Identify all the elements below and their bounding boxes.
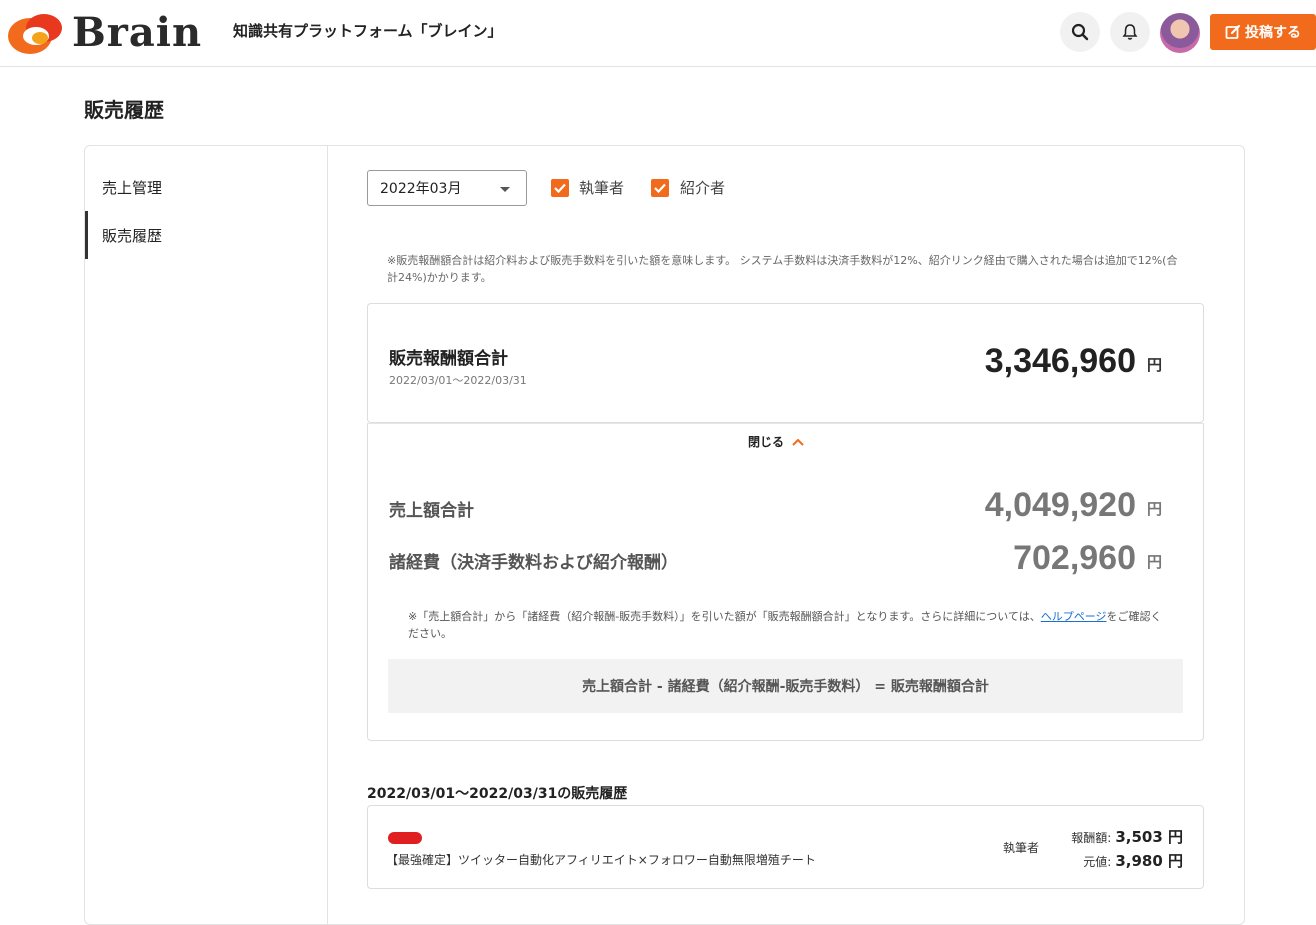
- sidebar-item-label: 売上管理: [102, 178, 163, 197]
- reward-value: 3,503 円: [1115, 828, 1183, 846]
- summary-box: 販売報酬額合計 2022/03/01〜2022/03/31 3,346,960 …: [367, 303, 1204, 423]
- notification-button[interactable]: [1110, 12, 1150, 52]
- referrer-checkbox-label: 紹介者: [680, 179, 726, 197]
- item-reward: 報酬額: 3,503 円: [1071, 826, 1183, 847]
- sales-total-amount: 4,049,920: [984, 486, 1136, 524]
- month-select-value: 2022年03月: [380, 181, 462, 197]
- referrer-checkbox[interactable]: [651, 179, 669, 197]
- help-page-link[interactable]: ヘルプページ: [1041, 610, 1107, 623]
- search-button[interactable]: [1060, 12, 1100, 52]
- price-value: 3,980 円: [1115, 852, 1183, 870]
- checkmark-icon: [554, 183, 566, 194]
- edit-icon: [1225, 24, 1241, 39]
- summary-date-range: 2022/03/01〜2022/03/31: [389, 374, 527, 387]
- month-select[interactable]: 2022年03月: [367, 170, 527, 206]
- top-header: Brain 知識共有プラットフォーム「ブレイン」 投稿する: [0, 0, 1316, 67]
- sidebar: 売上管理 販売履歴: [85, 146, 328, 924]
- author-checkbox-label: 執筆者: [579, 179, 625, 197]
- list-item[interactable]: 【最強確定】ツイッター自動化アフィリエイト×フォロワー自動無限増殖チート 執筆者…: [367, 805, 1204, 889]
- fee-note: ※販売報酬額合計は紹介料および販売手数料を引いた額を意味します。 システム手数料…: [387, 254, 1178, 284]
- item-role: 執筆者: [1003, 841, 1040, 855]
- bell-icon: [1122, 24, 1138, 40]
- post-button[interactable]: 投稿する: [1210, 14, 1316, 50]
- search-icon: [1071, 23, 1089, 41]
- checkmark-icon: [654, 183, 666, 194]
- detail-note: ※「売上額合計」から「諸経費（紹介報酬-販売手数料）」を引いた額が「販売報酬額合…: [408, 608, 1168, 642]
- yen-unit: 円: [1146, 553, 1162, 571]
- post-button-label: 投稿する: [1245, 25, 1301, 41]
- yen-unit: 円: [1146, 356, 1162, 374]
- formula-box: 売上額合計 - 諸経費（紹介報酬-販売手数料） = 販売報酬額合計: [388, 659, 1183, 713]
- sidebar-item-sales-management[interactable]: 売上管理: [85, 163, 325, 211]
- yen-unit: 円: [1146, 500, 1162, 518]
- sales-total-label: 売上額合計: [389, 501, 474, 521]
- page-title: 販売履歴: [84, 98, 164, 122]
- site-tagline: 知識共有プラットフォーム「ブレイン」: [233, 22, 503, 40]
- detail-box: 閉じる 売上額合計 4,049,920 円 諸経費（決済手数料および紹介報酬） …: [367, 423, 1204, 741]
- brain-logo-icon: [6, 10, 66, 56]
- expenses-amount: 702,960: [1013, 539, 1136, 577]
- brain-logo[interactable]: Brain: [6, 10, 216, 56]
- chevron-down-icon: [500, 187, 510, 192]
- close-toggle[interactable]: 閉じる: [748, 433, 804, 450]
- item-price: 元値: 3,980 円: [1083, 850, 1183, 871]
- item-title: 【最強確定】ツイッター自動化アフィリエイト×フォロワー自動無限増殖チート: [386, 853, 816, 867]
- redacted-badge: [388, 832, 422, 844]
- total-reward-amount: 3,346,960: [984, 342, 1136, 380]
- history-title: 2022/03/01〜2022/03/31の販売履歴: [367, 786, 628, 802]
- close-toggle-label: 閉じる: [748, 435, 785, 449]
- chevron-up-icon: [792, 438, 804, 446]
- expenses-label: 諸経費（決済手数料および紹介報酬）: [389, 553, 678, 573]
- detail-note-text: ※「売上額合計」から「諸経費（紹介報酬-販売手数料）」を引いた額が「販売報酬額合…: [408, 610, 1041, 623]
- sidebar-item-sales-history[interactable]: 販売履歴: [85, 211, 325, 259]
- logo-text: Brain: [72, 9, 203, 56]
- user-avatar[interactable]: [1160, 13, 1200, 53]
- price-label: 元値:: [1083, 855, 1112, 869]
- sidebar-item-label: 販売履歴: [102, 226, 163, 245]
- author-checkbox[interactable]: [551, 179, 569, 197]
- reward-label: 報酬額:: [1071, 831, 1112, 845]
- summary-title: 販売報酬額合計: [389, 349, 508, 369]
